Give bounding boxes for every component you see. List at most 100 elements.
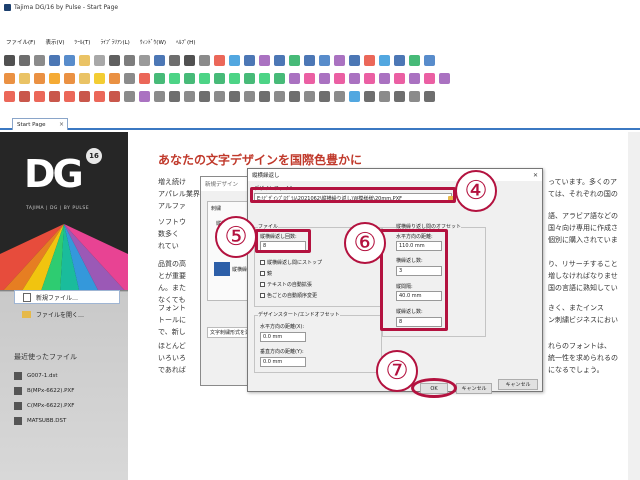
toolbar-tool-icon[interactable] [259, 73, 270, 84]
tab-close-icon[interactable]: × [59, 121, 64, 128]
toolbar-tool-icon[interactable] [349, 91, 360, 102]
toolbar-tool-icon[interactable] [409, 73, 420, 84]
back-cancel-button[interactable]: キャンセル [498, 379, 538, 390]
toolbar-tool-icon[interactable] [34, 55, 45, 66]
toolbar-tool-icon[interactable] [214, 91, 225, 102]
checkbox-box[interactable] [260, 282, 265, 287]
new-file-button[interactable]: 新規ファイル… [14, 290, 120, 304]
toolbar-tool-icon[interactable] [214, 73, 225, 84]
toolbar-tool-icon[interactable] [94, 91, 105, 102]
toolbar-tool-icon[interactable] [334, 55, 345, 66]
toolbar-tool-icon[interactable] [349, 73, 360, 84]
toolbar-tool-icon[interactable] [349, 55, 360, 66]
toolbar-tool-icon[interactable] [184, 91, 195, 102]
close-icon[interactable]: ✕ [533, 172, 538, 179]
recent-file-item[interactable]: B(MPx-6622).PXF [14, 383, 74, 398]
toolbar-tool-icon[interactable] [424, 73, 435, 84]
recent-file-item[interactable]: MATSUBB.DST [14, 413, 74, 428]
menu-tools[interactable]: ﾂｰﾙ(T) [75, 38, 91, 46]
cancel-button[interactable]: キャンセル [456, 383, 492, 394]
toolbar-tool-icon[interactable] [184, 55, 195, 66]
toolbar-tool-icon[interactable] [229, 73, 240, 84]
toolbar-tool-icon[interactable] [169, 55, 180, 66]
toolbar-tool-icon[interactable] [304, 91, 315, 102]
checkbox-text-auto[interactable]: テキストの自動拡張 [260, 281, 312, 288]
toolbar-tool-icon[interactable] [394, 55, 405, 66]
toolbar-tool-icon[interactable] [49, 91, 60, 102]
toolbar-tool-icon[interactable] [289, 91, 300, 102]
toolbar-tool-icon[interactable] [109, 55, 120, 66]
h-dist-field[interactable]: 0.0 mm [260, 332, 306, 342]
toolbar-tool-icon[interactable] [154, 73, 165, 84]
toolbar-tool-icon[interactable] [439, 73, 450, 84]
toolbar-tool-icon[interactable] [274, 91, 285, 102]
toolbar-tool-icon[interactable] [244, 91, 255, 102]
toolbar-tool-icon[interactable] [274, 55, 285, 66]
toolbar-tool-icon[interactable] [229, 55, 240, 66]
menu-library[interactable]: ﾗｲﾌﾞﾗﾘｱﾝ(L) [100, 38, 129, 46]
checkbox-color-order[interactable]: 色ごとの自動順序変更 [260, 292, 317, 299]
toolbar-tool-icon[interactable] [244, 55, 255, 66]
toolbar-tool-icon[interactable] [19, 55, 30, 66]
toolbar-tool-icon[interactable] [319, 55, 330, 66]
toolbar-tool-icon[interactable] [79, 55, 90, 66]
vertical-scrollbar[interactable] [628, 132, 640, 480]
recent-file-item[interactable]: C(MPx-6622).PXF [14, 398, 74, 413]
toolbar-tool-icon[interactable] [139, 91, 150, 102]
toolbar-tool-icon[interactable] [94, 55, 105, 66]
toolbar-tool-icon[interactable] [289, 55, 300, 66]
checkbox-box[interactable] [260, 293, 265, 298]
checkbox-stop[interactable]: 縦横繰返し間にストップ [260, 259, 322, 266]
toolbar-tool-icon[interactable] [109, 91, 120, 102]
toolbar-tool-icon[interactable] [169, 73, 180, 84]
toolbar-tool-icon[interactable] [379, 55, 390, 66]
toolbar-tool-icon[interactable] [409, 91, 420, 102]
toolbar-tool-icon[interactable] [34, 73, 45, 84]
toolbar-tool-icon[interactable] [34, 91, 45, 102]
toolbar-tool-icon[interactable] [139, 55, 150, 66]
toolbar-tool-icon[interactable] [169, 91, 180, 102]
open-file-button[interactable]: ファイルを開く… [14, 307, 120, 321]
toolbar-tool-icon[interactable] [364, 91, 375, 102]
toolbar-tool-icon[interactable] [304, 73, 315, 84]
toolbar-tool-icon[interactable] [109, 73, 120, 84]
checkbox-mirror[interactable]: 鏡 [260, 270, 272, 277]
toolbar-tool-icon[interactable] [64, 55, 75, 66]
toolbar-tool-icon[interactable] [379, 73, 390, 84]
toolbar-tool-icon[interactable] [289, 73, 300, 84]
toolbar-tool-icon[interactable] [64, 91, 75, 102]
toolbar-tool-icon[interactable] [259, 91, 270, 102]
toolbar-tool-icon[interactable] [79, 73, 90, 84]
toolbar-tool-icon[interactable] [319, 91, 330, 102]
menu-view[interactable]: 表示(V) [45, 38, 64, 46]
tab-start-page[interactable]: Start Page × [12, 118, 68, 130]
toolbar-tool-icon[interactable] [334, 91, 345, 102]
toolbar-tool-icon[interactable] [199, 55, 210, 66]
toolbar-tool-icon[interactable] [4, 91, 15, 102]
toolbar-tool-icon[interactable] [334, 73, 345, 84]
toolbar-tool-icon[interactable] [124, 55, 135, 66]
toolbar-tool-icon[interactable] [424, 91, 435, 102]
menu-window[interactable]: ｳｨﾝﾄﾞｳ(W) [140, 38, 166, 46]
toolbar-tool-icon[interactable] [304, 55, 315, 66]
toolbar-tool-icon[interactable] [124, 73, 135, 84]
toolbar-tool-icon[interactable] [394, 91, 405, 102]
recent-file-item[interactable]: G007-1.dst [14, 368, 74, 383]
toolbar-tool-icon[interactable] [409, 55, 420, 66]
toolbar-tool-icon[interactable] [184, 73, 195, 84]
toolbar-tool-icon[interactable] [64, 73, 75, 84]
toolbar-tool-icon[interactable] [199, 91, 210, 102]
toolbar-tool-icon[interactable] [244, 73, 255, 84]
toolbar-tool-icon[interactable] [274, 73, 285, 84]
toolbar-tool-icon[interactable] [79, 91, 90, 102]
toolbar-tool-icon[interactable] [4, 55, 15, 66]
checkbox-box[interactable] [260, 271, 265, 276]
menu-help[interactable]: ﾍﾙﾌﾟ(H) [176, 38, 195, 46]
v-dist-field[interactable]: 0.0 mm [260, 357, 306, 367]
toolbar-tool-icon[interactable] [364, 55, 375, 66]
toolbar-tool-icon[interactable] [364, 73, 375, 84]
toolbar-tool-icon[interactable] [139, 73, 150, 84]
toolbar-tool-icon[interactable] [229, 91, 240, 102]
toolbar-tool-icon[interactable] [49, 55, 60, 66]
menu-file[interactable]: ファイル(F) [6, 38, 35, 46]
